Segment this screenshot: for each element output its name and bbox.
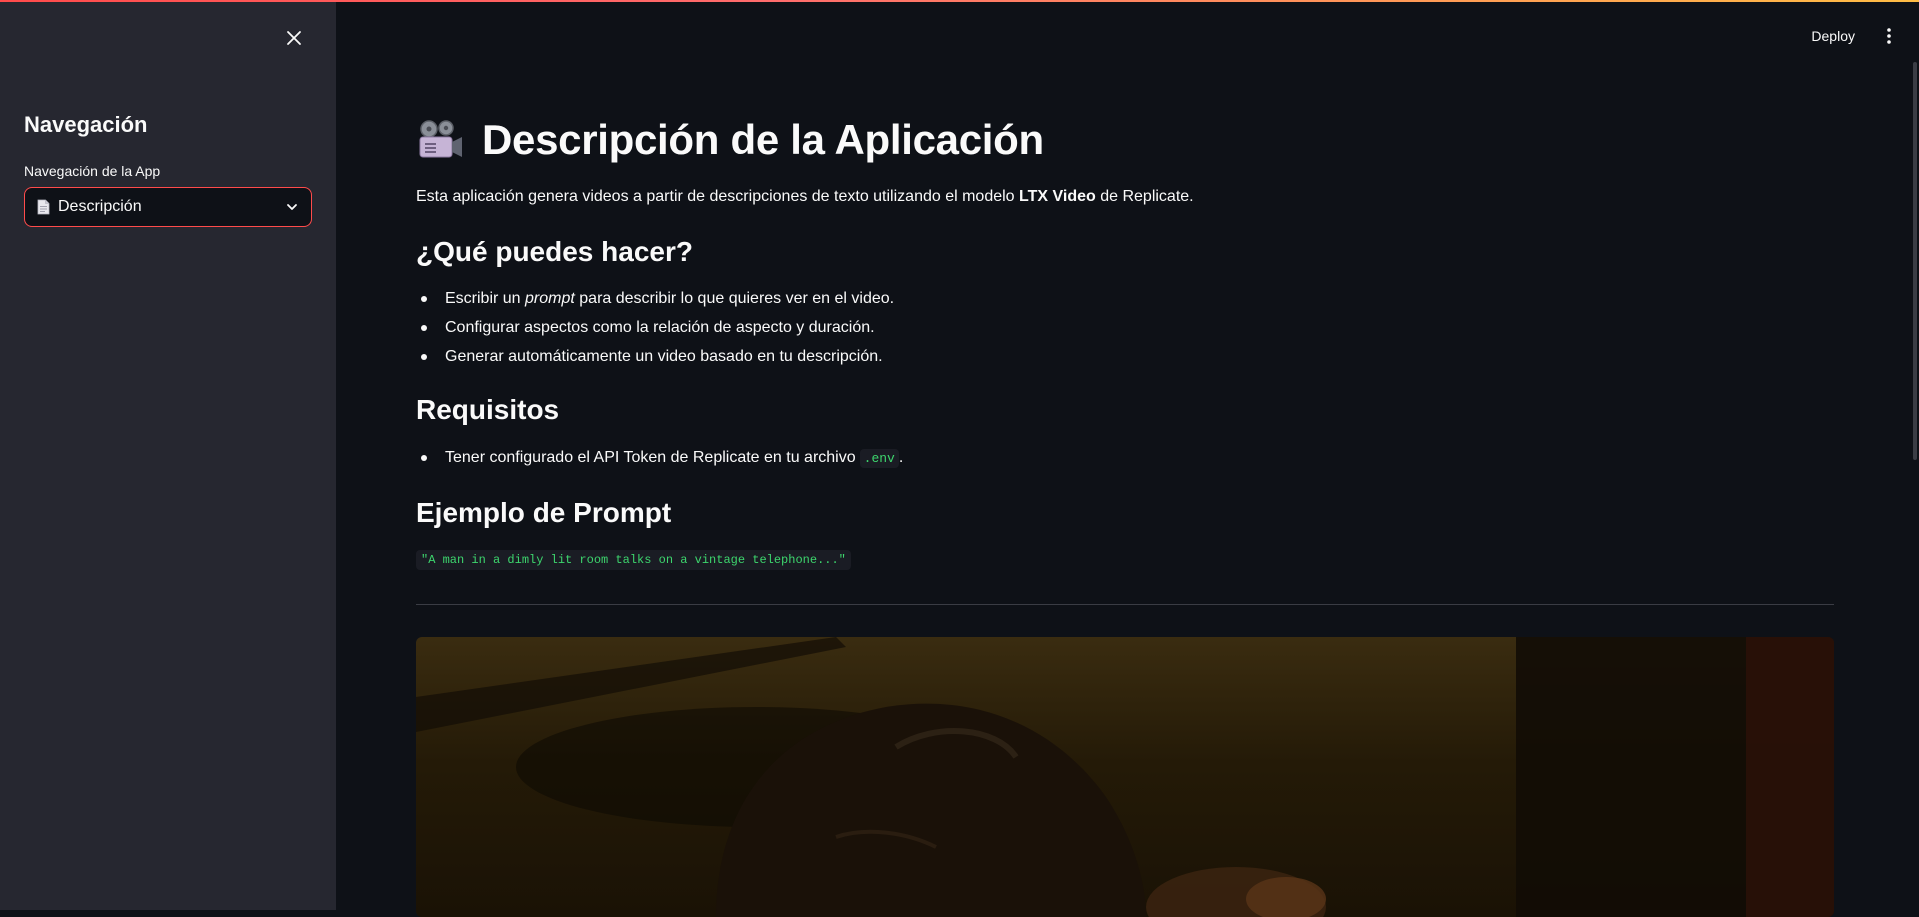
list-item: Tener configurado el API Token de Replic…	[416, 449, 904, 468]
page-title-text: Descripción de la Aplicación	[482, 116, 1044, 163]
intro-paragraph: Esta aplicación genera videos a partir d…	[416, 188, 1194, 206]
bullet	[421, 354, 427, 360]
scrollbar[interactable]	[1913, 62, 1917, 460]
list-item-text: Tener configurado el API Token de Replic…	[445, 449, 904, 468]
list-item: Escribir un prompt para describir lo que…	[416, 290, 894, 308]
sidebar-title: Navegación	[24, 112, 148, 137]
list-item: Configurar aspectos como la relación de …	[416, 319, 875, 337]
chevron-down-icon	[287, 204, 297, 210]
intro-text-start: Esta aplicación genera videos a partir d…	[416, 188, 1020, 205]
section-heading-example: Ejemplo de Prompt	[416, 497, 672, 528]
section-heading-requirements: Requisitos	[416, 394, 560, 425]
more-vertical-icon[interactable]	[1881, 26, 1897, 46]
example-prompt-code: "A man in a dimly lit room talks on a vi…	[416, 550, 851, 570]
bullet	[421, 325, 427, 331]
top-decoration-bar	[0, 0, 1919, 2]
video-player[interactable]	[416, 637, 1834, 917]
section-heading-capabilities: ¿Qué puedes hacer?	[416, 236, 693, 267]
list-item: Generar automáticamente un video basado …	[416, 348, 883, 366]
close-sidebar-button[interactable]	[282, 26, 306, 50]
close-icon	[287, 31, 301, 45]
emphasis-prompt: prompt	[525, 290, 575, 307]
bullet	[421, 296, 427, 302]
divider	[416, 604, 1834, 605]
video-frame	[416, 637, 1834, 917]
page-title: Descripción de la Aplicación	[416, 116, 1044, 164]
inline-code: .env	[859, 449, 899, 468]
intro-bold-model: LTX Video	[1019, 188, 1096, 205]
document-icon	[37, 199, 50, 215]
select-label: Navegación de la App	[24, 163, 161, 179]
main-content: Descripción de la Aplicación Esta aplica…	[416, 0, 1834, 917]
sidebar: Navegación Navegación de la App Descripc…	[0, 0, 336, 910]
navigation-select[interactable]: Descripción	[24, 187, 312, 227]
select-value: Descripción	[58, 198, 142, 215]
bullet	[421, 455, 427, 461]
movie-camera-icon	[419, 120, 462, 158]
list-item-text: Escribir un prompt para describir lo que…	[445, 290, 895, 307]
list-item-text: Generar automáticamente un video basado …	[445, 348, 883, 365]
list-item-text: Configurar aspectos como la relación de …	[445, 319, 875, 336]
intro-text-end: de Replicate.	[1095, 188, 1194, 205]
